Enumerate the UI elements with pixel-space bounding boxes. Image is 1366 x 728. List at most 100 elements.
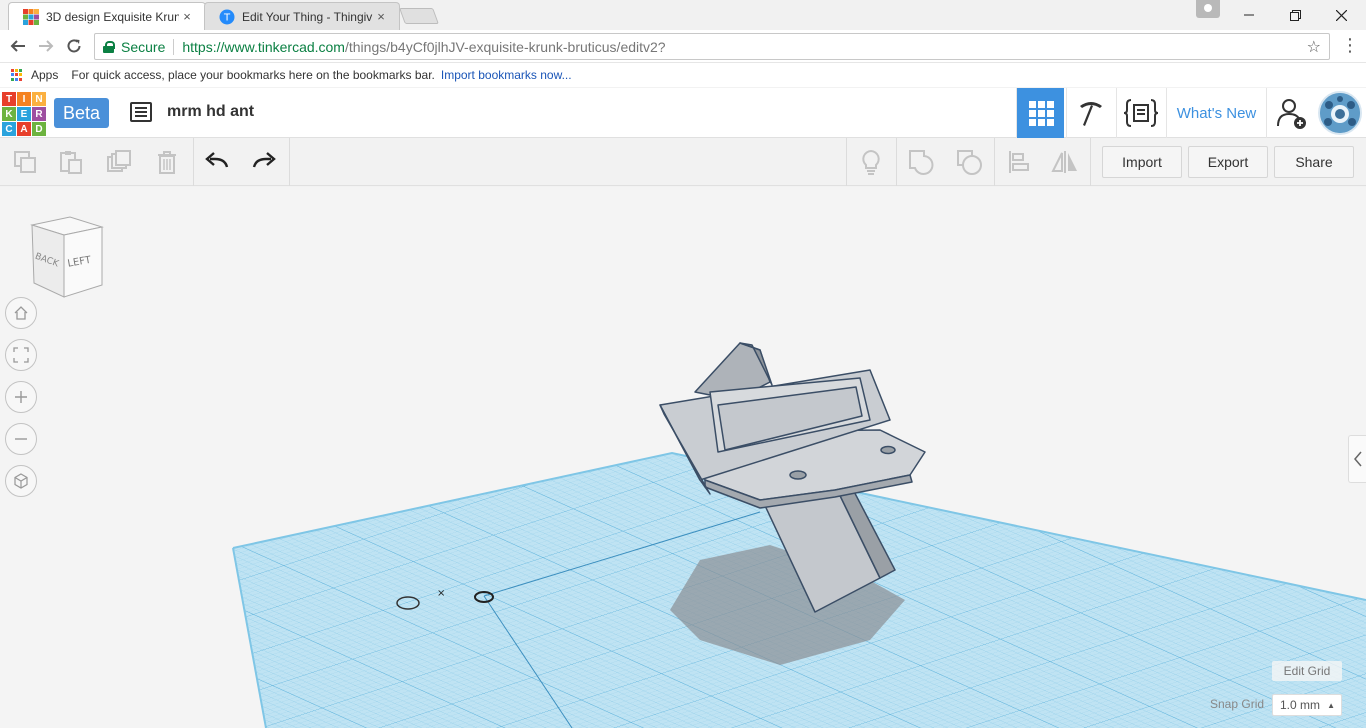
bookmarks-bar: Apps For quick access, place your bookma…: [0, 63, 1366, 87]
divider: [289, 138, 290, 186]
align-icon: [1009, 151, 1029, 173]
duplicate-button[interactable]: [96, 138, 142, 186]
url-path: /things/b4yCf0jlhJV-exquisite-krunk-brut…: [344, 38, 666, 55]
new-tab-button[interactable]: [399, 8, 439, 24]
logo-letter: A: [17, 122, 31, 136]
home-view-button[interactable]: [5, 297, 37, 329]
logo-letter: I: [17, 92, 31, 106]
tab-close-icon[interactable]: ×: [373, 9, 389, 24]
divider: [846, 138, 847, 186]
align-button[interactable]: [996, 138, 1042, 186]
logo-letter: K: [2, 107, 16, 121]
browser-menu-icon[interactable]: ⋮: [1340, 34, 1360, 58]
design-list-icon[interactable]: [130, 102, 152, 122]
logo-letter: D: [32, 122, 46, 136]
minecraft-view-button[interactable]: [1066, 88, 1114, 138]
restore-icon[interactable]: [1272, 0, 1318, 30]
viewcube[interactable]: BACK LEFT: [20, 213, 110, 303]
pickaxe-icon: [1079, 102, 1102, 126]
3d-viewport[interactable]: × BACK LEFT: [0, 187, 1366, 728]
browser-toolbar: Secure https://www.tinkercad.com /things…: [0, 30, 1366, 63]
design-title[interactable]: mrm hd ant: [167, 103, 254, 121]
apps-link[interactable]: Apps: [31, 68, 58, 82]
axis-x-marker-icon: ×: [437, 588, 445, 599]
reload-icon[interactable]: [62, 34, 86, 58]
browser-tab-thingiverse[interactable]: T Edit Your Thing - Thingiv ×: [204, 2, 400, 30]
paste-button[interactable]: [48, 138, 94, 186]
undo-arrow-icon: [205, 152, 229, 168]
logo-letter: R: [32, 107, 46, 121]
edit-toolbar: Import Export Share: [0, 138, 1366, 186]
whats-new-link[interactable]: What's New: [1166, 88, 1266, 138]
logo-letter: C: [2, 122, 16, 136]
url-host: https://www.tinkercad.com: [182, 38, 345, 55]
delete-button[interactable]: [144, 138, 190, 186]
tab-close-icon[interactable]: ×: [179, 9, 195, 24]
beta-badge: Beta: [54, 98, 109, 128]
export-button[interactable]: Export: [1188, 146, 1268, 178]
logo-letter: N: [32, 92, 46, 106]
cube-icon: [14, 473, 28, 489]
bookmark-star-icon[interactable]: ☆: [1307, 37, 1321, 57]
lock-icon: [103, 40, 115, 53]
tinkercad-logo[interactable]: T I N K E R C A D: [2, 92, 46, 136]
snap-grid-label: Snap Grid: [1210, 697, 1265, 711]
copy-button[interactable]: [2, 138, 48, 186]
mirror-icon: [1051, 151, 1077, 173]
paste-icon: [60, 151, 82, 174]
fit-view-icon: [13, 347, 29, 363]
minimize-icon[interactable]: [1226, 0, 1272, 30]
add-user-icon: [1276, 99, 1306, 129]
lightbulb-icon: [862, 149, 880, 175]
tab-title: Edit Your Thing - Thingiv: [242, 9, 373, 24]
fit-view-button[interactable]: [5, 339, 37, 371]
svg-text:T: T: [223, 12, 231, 23]
zoom-out-button[interactable]: [5, 423, 37, 455]
ungroup-button[interactable]: [946, 138, 992, 186]
snap-grid-value: 1.0 mm: [1280, 698, 1321, 712]
bookmarks-hint: For quick access, place your bookmarks h…: [71, 68, 435, 82]
browser-tab-strip: 3D design Exquisite Krun × T Edit Your T…: [0, 0, 1366, 30]
divider: [1090, 138, 1091, 186]
redo-button[interactable]: [241, 138, 287, 186]
share-button[interactable]: Share: [1274, 146, 1354, 178]
thingiverse-favicon-icon: T: [219, 9, 235, 24]
perspective-button[interactable]: [5, 465, 37, 497]
codeblocks-view-button[interactable]: [1116, 88, 1164, 138]
zoom-in-button[interactable]: [5, 381, 37, 413]
group-icon: [909, 150, 934, 175]
copy-icon: [14, 151, 36, 173]
code-braces-icon: [1123, 99, 1158, 127]
chevron-up-icon: ▲: [1327, 700, 1335, 710]
user-avatar[interactable]: [1318, 91, 1362, 135]
divider: [994, 138, 995, 186]
edit-grid-button[interactable]: Edit Grid: [1272, 661, 1342, 681]
minus-icon: [15, 438, 27, 440]
tinkercad-favicon-icon: [23, 8, 39, 25]
browser-profile-icon[interactable]: [1196, 0, 1220, 18]
shapes-panel-collapse-button[interactable]: [1348, 435, 1366, 483]
logo-letter: T: [2, 92, 16, 106]
forward-arrow-icon[interactable]: [34, 34, 58, 58]
import-button[interactable]: Import: [1102, 146, 1182, 178]
duplicate-icon: [107, 150, 131, 172]
apps-grid-icon[interactable]: [11, 69, 23, 81]
undo-button[interactable]: [194, 138, 240, 186]
3d-design-view-button[interactable]: [1016, 88, 1064, 138]
address-bar[interactable]: Secure https://www.tinkercad.com /things…: [94, 33, 1330, 60]
group-button[interactable]: [898, 138, 944, 186]
browser-tab-tinkercad[interactable]: 3D design Exquisite Krun ×: [8, 2, 206, 30]
secure-label: Secure: [121, 38, 166, 55]
logo-letter: E: [17, 107, 31, 121]
home-icon: [14, 306, 28, 320]
snap-grid-select[interactable]: 1.0 mm ▲: [1272, 694, 1342, 716]
import-bookmarks-link[interactable]: Import bookmarks now...: [441, 68, 572, 82]
invite-user-button[interactable]: [1266, 88, 1316, 138]
back-arrow-icon[interactable]: [6, 34, 30, 58]
divider: [173, 38, 175, 55]
mirror-button[interactable]: [1042, 138, 1088, 186]
close-window-icon[interactable]: [1318, 0, 1364, 30]
notes-button[interactable]: [848, 138, 894, 186]
plus-icon: [15, 391, 27, 403]
chevron-left-icon: [1353, 451, 1362, 467]
